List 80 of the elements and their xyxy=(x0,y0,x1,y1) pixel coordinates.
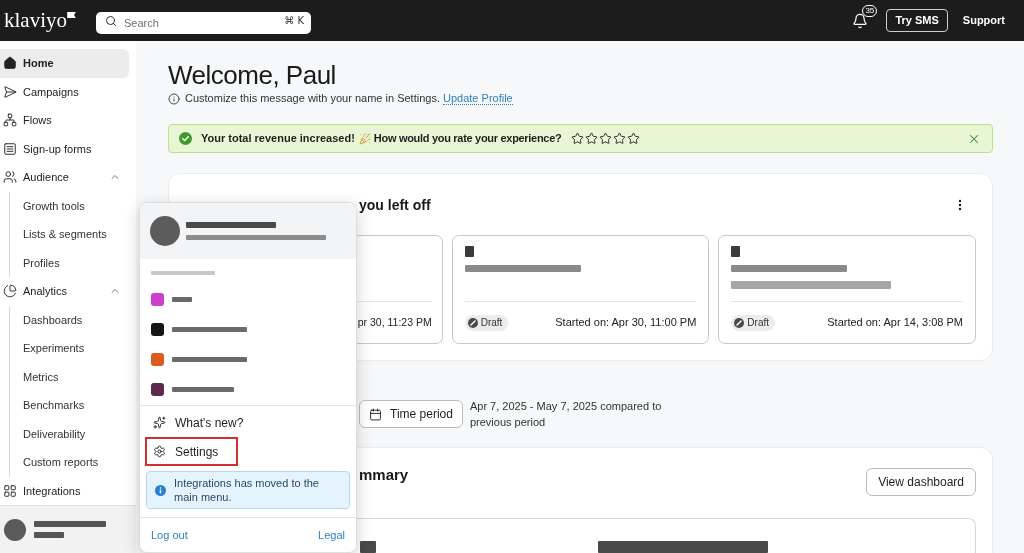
blurred-text xyxy=(172,386,234,392)
started-date-text: Started on: Apr 14, 3:08 PM xyxy=(827,315,963,331)
notice-text: Integrations has moved to the main menu. xyxy=(174,476,320,504)
footer-link[interactable]: Legal xyxy=(318,526,345,544)
try-sms-button[interactable]: Try SMS xyxy=(886,9,948,32)
status-text: Draft xyxy=(747,316,769,330)
settings-icon xyxy=(153,445,166,458)
sidebar-subitem[interactable]: Experiments xyxy=(10,334,129,363)
notification-count: 35 xyxy=(862,4,878,17)
sidebar-item[interactable]: Sign-up forms xyxy=(0,134,129,163)
blurred-text xyxy=(34,532,64,538)
sidebar-item[interactable]: Audience xyxy=(0,163,129,192)
star-icon[interactable] xyxy=(585,132,599,145)
notification-bell-icon[interactable] xyxy=(852,12,869,29)
flow-nodes-icon xyxy=(3,113,17,128)
hint-text: Customize this message with your name in Settings. Update Profile xyxy=(185,91,513,107)
send-icon xyxy=(3,84,17,99)
view-dashboard-button[interactable]: View dashboard xyxy=(866,468,976,496)
welcome-heading: Welcome, Paul xyxy=(168,60,337,90)
star-icon[interactable] xyxy=(613,132,627,145)
blurred-icon xyxy=(464,246,474,257)
time-period-button[interactable]: Time period xyxy=(359,400,463,428)
sidebar-subitem[interactable]: Lists & segments xyxy=(10,220,129,249)
blurred-text xyxy=(172,296,192,302)
sidebar-subitem[interactable]: Dashboards xyxy=(10,305,129,334)
sidebar-item[interactable]: Flows xyxy=(0,106,129,135)
sidebar-subitem[interactable]: Deliverability xyxy=(10,419,129,448)
sidebar-item[interactable]: Integrations xyxy=(0,476,129,505)
search-icon xyxy=(105,14,117,27)
draft-status-icon xyxy=(467,317,478,328)
date-range-text: Apr 7, 2025 - May 7, 2025 compared to previous period xyxy=(469,399,663,430)
star-icon[interactable] xyxy=(571,132,585,145)
shortcut-hint: ⌘ K xyxy=(284,13,304,28)
blurred-text xyxy=(34,521,106,527)
sidebar-item[interactable]: Home xyxy=(0,49,129,78)
flag-icon xyxy=(67,12,76,18)
account-header[interactable] xyxy=(140,203,356,259)
info-icon xyxy=(168,92,180,105)
item-card[interactable]: Draft Started on: Apr 30, 11:00 PM xyxy=(451,235,710,344)
sidebar-item[interactable]: Analytics xyxy=(0,277,129,306)
draft-status-icon xyxy=(734,317,745,328)
star-icon[interactable] xyxy=(627,132,641,145)
footer-link[interactable]: Log out xyxy=(151,526,188,544)
support-button[interactable]: Support xyxy=(962,12,1005,29)
avatar-icon xyxy=(150,216,180,246)
logo[interactable]: klaviyo xyxy=(4,10,76,31)
home-icon xyxy=(3,56,17,71)
party-popper-icon xyxy=(358,132,371,145)
banner-question: How would you rate your experience? xyxy=(373,131,562,147)
sparkle-icon xyxy=(153,416,166,429)
sidebar-subitem[interactable]: Profiles xyxy=(10,248,129,277)
form-icon xyxy=(3,141,17,156)
account-footer[interactable] xyxy=(0,505,136,553)
section-heading: you left off xyxy=(359,195,431,215)
status-text: Draft xyxy=(480,316,503,330)
blurred-text xyxy=(151,271,215,275)
people-icon xyxy=(3,170,17,185)
menu-item[interactable]: What's new? xyxy=(145,408,264,437)
sidebar-subitem[interactable]: Custom reports xyxy=(10,448,129,477)
blurred-icon xyxy=(731,246,741,257)
sidebar-subitem[interactable]: Metrics xyxy=(10,362,129,391)
pie-chart-icon xyxy=(3,284,17,299)
section-heading: mmary xyxy=(359,465,409,485)
info-icon xyxy=(155,484,166,496)
grid-icon xyxy=(3,483,17,498)
started-date-text: Started on: Apr 30, 11:00 PM xyxy=(555,315,697,331)
started-date-text: pr 30, 11:23 PM xyxy=(357,314,432,330)
avatar-icon xyxy=(4,518,26,541)
sidebar-item[interactable]: Campaigns xyxy=(0,77,129,106)
update-profile-link[interactable]: Update Profile xyxy=(443,92,513,106)
sidebar-subitem[interactable]: Growth tools xyxy=(10,191,129,220)
blurred-text xyxy=(360,541,376,553)
check-circle-icon xyxy=(179,132,192,145)
star-rating[interactable] xyxy=(571,132,641,145)
sidebar-subitem[interactable]: Benchmarks xyxy=(10,391,129,420)
star-icon[interactable] xyxy=(599,132,613,145)
menu-item[interactable]: Settings xyxy=(145,437,239,466)
item-card[interactable]: Draft Started on: Apr 14, 3:08 PM xyxy=(718,235,976,344)
calendar-icon xyxy=(369,407,382,421)
banner-message: Your total revenue increased! xyxy=(201,131,355,147)
